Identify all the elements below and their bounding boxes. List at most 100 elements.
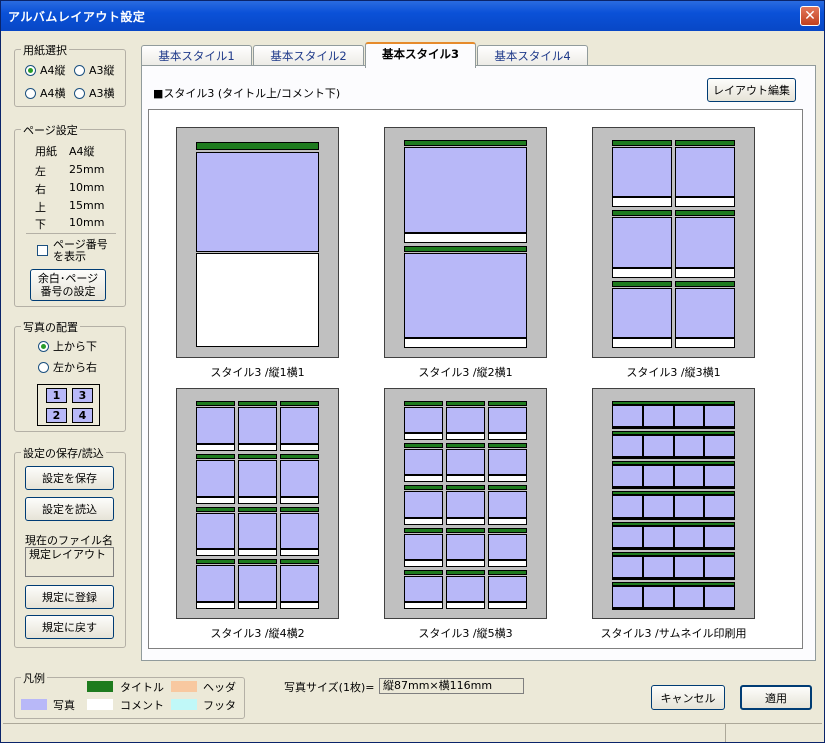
apply-button[interactable]: 適用 xyxy=(740,685,812,710)
title-block xyxy=(488,401,527,406)
margin-right-label: 右 xyxy=(35,183,46,196)
title-block xyxy=(404,140,527,146)
title-block xyxy=(404,401,443,406)
tab-style-1[interactable]: 基本スタイル1 xyxy=(141,45,252,66)
title-block xyxy=(675,140,735,146)
photo-block xyxy=(612,495,643,518)
comment-block xyxy=(196,443,235,451)
comment-block xyxy=(612,608,735,610)
comment-block xyxy=(404,602,443,609)
photo-block xyxy=(446,407,485,434)
photo-block xyxy=(642,585,674,608)
tab-style-4[interactable]: 基本スタイル4 xyxy=(477,45,588,66)
photo-block xyxy=(673,525,705,548)
comment-block xyxy=(612,547,735,550)
footer-swatch xyxy=(171,699,197,710)
save-load-legend: 設定の保存/読込 xyxy=(21,445,106,461)
photo-block xyxy=(673,495,705,518)
paper-value: A4縦 xyxy=(69,145,95,158)
paper-radio-a3-landscape[interactable]: A3横 xyxy=(74,85,115,101)
margin-top-label: 上 xyxy=(35,201,46,214)
title-block xyxy=(404,443,443,449)
restore-default-button[interactable]: 規定に戻す xyxy=(25,615,114,639)
divider xyxy=(26,233,116,234)
title-block xyxy=(488,527,527,533)
photo-block xyxy=(673,555,705,578)
cancel-button[interactable]: キャンセル xyxy=(651,685,725,710)
photo-block xyxy=(612,217,672,268)
title-block xyxy=(404,245,527,252)
photo-block xyxy=(642,495,674,518)
photo-block xyxy=(280,407,319,444)
photo-swatch xyxy=(21,699,47,710)
photo-block xyxy=(488,407,527,434)
photo-block xyxy=(238,512,277,550)
photo-block xyxy=(642,555,674,578)
photo-block xyxy=(404,491,443,518)
close-button[interactable]: ✕ xyxy=(800,6,820,26)
title-block xyxy=(488,569,527,575)
comment-block xyxy=(612,338,672,348)
photo-order-left-to-right[interactable]: 左から右 xyxy=(38,359,97,375)
photo-block xyxy=(446,533,485,560)
comment-block xyxy=(488,475,527,483)
title-bar: アルバムレイアウト設定 ✕ xyxy=(1,1,824,31)
radio-dot xyxy=(74,87,85,99)
photo-block xyxy=(612,585,643,608)
page-number-checkbox[interactable] xyxy=(37,245,48,256)
photo-order-preview: 1 3 2 4 xyxy=(37,384,100,426)
paper-radio-a4-portrait[interactable]: A4縦 xyxy=(25,62,66,78)
comment-block xyxy=(238,549,277,557)
save-settings-button[interactable]: 設定を保存 xyxy=(25,466,114,490)
comment-block xyxy=(446,517,485,525)
margin-settings-button[interactable]: 余白･ページ 番号の設定 xyxy=(30,269,106,301)
title-block xyxy=(612,210,672,217)
radio-dot xyxy=(25,87,36,99)
photo-block xyxy=(238,407,277,444)
comment-block xyxy=(612,577,735,580)
radio-dot xyxy=(38,340,49,352)
photo-block xyxy=(446,449,485,476)
title-block xyxy=(446,527,485,533)
comment-block xyxy=(488,602,527,609)
margin-top-value: 15mm xyxy=(69,199,105,212)
paper-radio-a3-portrait[interactable]: A3縦 xyxy=(74,62,115,78)
title-block xyxy=(446,401,485,406)
comment-block xyxy=(612,487,735,490)
photo-block xyxy=(673,435,705,458)
title-block xyxy=(238,559,277,565)
title-block xyxy=(238,401,277,406)
comment-block xyxy=(238,496,277,504)
dialog-window: アルバムレイアウト設定 ✕ 用紙選択 A4縦 A3縦 A4横 A3横 ページ設定… xyxy=(0,0,825,743)
comment-block xyxy=(280,549,319,557)
photo-block xyxy=(404,575,443,602)
footer-legend-label: フッタ xyxy=(203,699,236,712)
title-block xyxy=(238,453,277,459)
tab-style-2[interactable]: 基本スタイル2 xyxy=(253,45,364,66)
photo-block xyxy=(612,405,643,428)
photo-block xyxy=(675,287,735,338)
header-swatch xyxy=(171,681,197,692)
comment-block xyxy=(280,443,319,451)
margin-bottom-value: 10mm xyxy=(69,216,105,229)
register-default-button[interactable]: 規定に登録 xyxy=(25,585,114,609)
photo-block xyxy=(488,575,527,602)
photo-block xyxy=(673,405,705,428)
photo-block xyxy=(488,449,527,476)
photo-block xyxy=(196,459,235,497)
photo-order-top-to-bottom[interactable]: 上から下 xyxy=(38,338,97,354)
edit-layout-button[interactable]: レイアウト編集 xyxy=(707,78,796,102)
style-header: ■スタイル3 (タイトル上/コメント下) xyxy=(153,87,341,100)
photo-block xyxy=(612,555,643,578)
tab-style-3[interactable]: 基本スタイル3 xyxy=(365,42,476,68)
paper-radio-a4-landscape[interactable]: A4横 xyxy=(25,85,66,101)
comment-block xyxy=(404,232,527,243)
title-block xyxy=(404,569,443,575)
load-settings-button[interactable]: 設定を読込 xyxy=(25,497,114,521)
title-block xyxy=(612,140,672,146)
photo-block xyxy=(196,407,235,444)
title-block xyxy=(404,485,443,491)
page-number-label: ページ番号 を表示 xyxy=(53,238,108,263)
comment-block xyxy=(404,475,443,483)
title-block xyxy=(196,453,235,459)
